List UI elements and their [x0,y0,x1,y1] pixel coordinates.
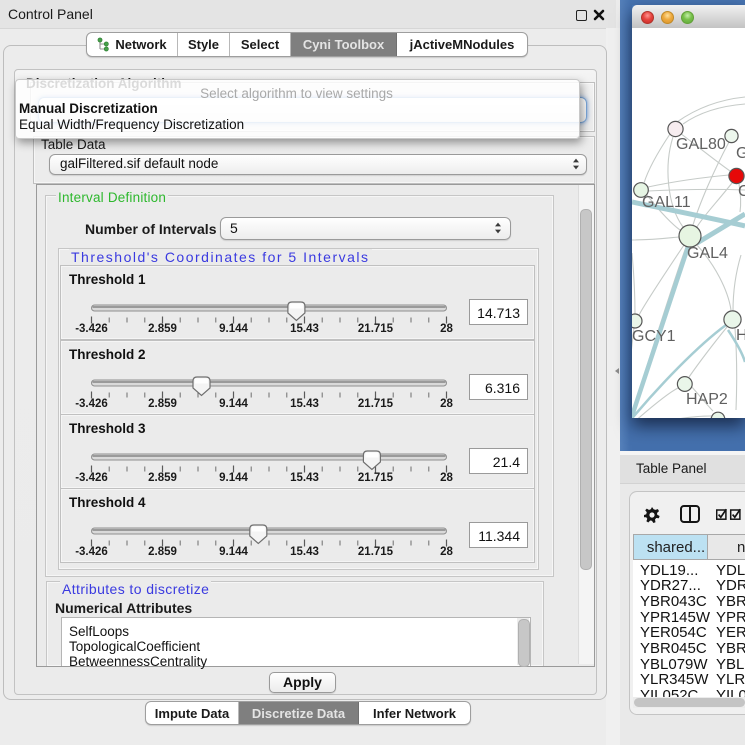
svg-text:9.144: 9.144 [219,546,248,558]
svg-text:28: 28 [440,398,453,410]
svg-text:2.859: 2.859 [148,323,177,335]
svg-text:2.859: 2.859 [148,546,177,558]
svg-text:15.43: 15.43 [290,323,319,335]
svg-text:2.859: 2.859 [148,472,177,484]
svg-text:21.715: 21.715 [358,472,394,484]
svg-text:28: 28 [440,323,453,335]
svg-text:9.144: 9.144 [219,323,248,335]
svg-text:15.43: 15.43 [290,546,319,558]
svg-text:21.715: 21.715 [358,546,394,558]
svg-text:21.715: 21.715 [358,398,394,410]
svg-text:15.43: 15.43 [290,398,319,410]
svg-text:9.144: 9.144 [219,472,248,484]
svg-text:-3.426: -3.426 [75,546,108,558]
svg-text:-3.426: -3.426 [75,398,108,410]
svg-text:21.715: 21.715 [358,323,394,335]
svg-text:28: 28 [440,546,453,558]
svg-text:9.144: 9.144 [219,398,248,410]
svg-text:-3.426: -3.426 [75,323,108,335]
svg-text:-3.426: -3.426 [75,472,108,484]
svg-text:28: 28 [440,472,453,484]
svg-text:15.43: 15.43 [290,472,319,484]
svg-text:2.859: 2.859 [148,398,177,410]
